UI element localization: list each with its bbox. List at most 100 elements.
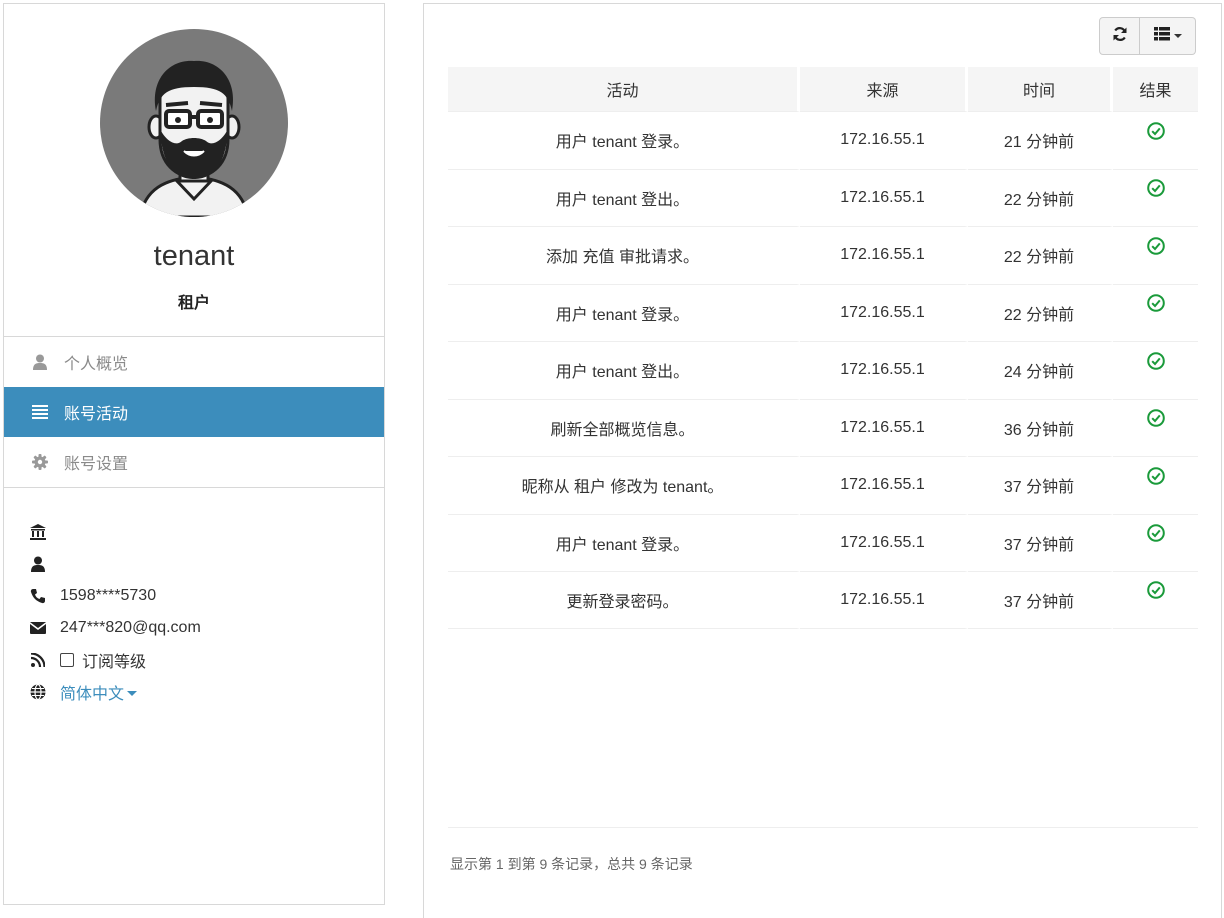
check-circle-icon — [1146, 466, 1165, 490]
avatar — [100, 29, 288, 217]
profile-nav: 个人概览 账号活动 账号设置 — [4, 337, 384, 488]
table-footer-divider — [448, 827, 1198, 828]
nav-item-account-settings[interactable]: 账号设置 — [4, 437, 384, 487]
nav-item-overview[interactable]: 个人概览 — [4, 337, 384, 387]
table-row: 刷新全部概览信息。 172.16.55.1 36 分钟前 — [448, 398, 1198, 457]
rss-icon — [28, 651, 48, 669]
column-header-result[interactable]: 结果 — [1113, 67, 1198, 111]
table-row: 用户 tenant 登录。 172.16.55.1 21 分钟前 — [448, 111, 1198, 169]
username: tenant — [153, 240, 235, 272]
result-cell — [1113, 456, 1198, 514]
activity-cell: 添加 充值 审批请求。 — [448, 226, 800, 284]
time-cell: 22 分钟前 — [968, 226, 1113, 284]
table-row: 用户 tenant 登出。 172.16.55.1 22 分钟前 — [448, 168, 1198, 227]
source-cell: 172.16.55.1 — [800, 226, 968, 284]
source-cell: 172.16.55.1 — [800, 283, 968, 341]
table-row: 用户 tenant 登录。 172.16.55.1 22 分钟前 — [448, 283, 1198, 342]
language-row: 简体中文 — [28, 676, 384, 708]
table-row: 更新登录密码。 172.16.55.1 37 分钟前 — [448, 571, 1198, 629]
check-circle-icon — [1146, 294, 1165, 317]
phone-value: 1598****5730 — [60, 587, 157, 604]
column-header-activity[interactable]: 活动 — [448, 67, 800, 111]
check-circle-icon — [1146, 524, 1165, 547]
time-cell: 22 分钟前 — [968, 283, 1113, 341]
source-cell: 172.16.55.1 — [800, 398, 968, 456]
activity-cell: 刷新全部概览信息。 — [448, 398, 800, 456]
check-circle-icon — [1146, 409, 1165, 432]
check-circle-icon — [1146, 121, 1165, 145]
activity-cell: 用户 tenant 登录。 — [448, 111, 800, 169]
source-cell: 172.16.55.1 — [800, 341, 968, 399]
activity-table-body: 用户 tenant 登录。 172.16.55.1 21 分钟前 用户 tenant … — [448, 111, 1198, 629]
activity-table: 活动 来源 时间 结果 用户 tenant 登录。 172.16.55.1 21 分… — [448, 67, 1198, 629]
user-icon — [30, 353, 50, 371]
result-cell — [1113, 571, 1198, 629]
caret-down-icon — [1173, 34, 1182, 38]
activity-panel: 活动 来源 时间 结果 用户 tenant 登录。 172.16.55.1 21 分… — [423, 3, 1222, 918]
globe-icon — [28, 683, 48, 701]
check-circle-icon — [1146, 351, 1165, 375]
pagination-info: 显示第 1 到第 9 条记录，总共 9 条记录 — [450, 856, 693, 872]
table-row: 用户 tenant 登录。 172.16.55.1 37 分钟前 — [448, 513, 1198, 572]
activity-cell: 用户 tenant 登出。 — [448, 168, 800, 226]
phone-icon — [28, 587, 48, 605]
source-cell: 172.16.55.1 — [800, 571, 968, 629]
subscribe-label: 订阅等级 — [82, 654, 147, 671]
column-header-source[interactable]: 来源 — [800, 67, 968, 111]
nav-item-account-activity[interactable]: 账号活动 — [4, 387, 384, 437]
institution-row — [28, 516, 384, 548]
source-cell: 172.16.55.1 — [800, 513, 968, 571]
profile-sidebar: tenant 租户 个人概览 账号活动 账号设置 1598****5730 24… — [3, 3, 385, 905]
language-dropdown[interactable]: 简体中文 — [60, 680, 138, 704]
table-row: 添加 充值 审批请求。 172.16.55.1 22 分钟前 — [448, 226, 1198, 284]
email-value: 247***820@qq.com — [60, 619, 201, 636]
nav-item-label: 账号设置 — [64, 456, 129, 473]
user-role: 租户 — [177, 295, 210, 312]
check-circle-icon — [1146, 581, 1165, 604]
activity-cell: 昵称从 租户 修改为 tenant。 — [448, 456, 800, 514]
table-row: 用户 tenant 登出。 172.16.55.1 24 分钟前 — [448, 341, 1198, 399]
gear-icon — [30, 453, 50, 471]
check-circle-icon — [1146, 236, 1165, 260]
time-cell: 36 分钟前 — [968, 398, 1113, 456]
time-cell: 21 分钟前 — [968, 111, 1113, 169]
person-row — [28, 548, 384, 580]
subscribe-checkbox[interactable] — [60, 653, 74, 667]
source-cell: 172.16.55.1 — [800, 111, 968, 169]
time-cell: 37 分钟前 — [968, 513, 1113, 571]
refresh-button[interactable] — [1099, 17, 1140, 55]
activity-cell: 用户 tenant 登录。 — [448, 513, 800, 571]
time-cell: 37 分钟前 — [968, 571, 1113, 629]
columns-icon — [1153, 26, 1170, 46]
result-cell — [1113, 513, 1198, 572]
table-row: 昵称从 租户 修改为 tenant。 172.16.55.1 37 分钟前 — [448, 456, 1198, 514]
nav-item-label: 个人概览 — [64, 356, 129, 373]
profile-card: tenant 租户 — [4, 4, 384, 337]
time-cell: 37 分钟前 — [968, 456, 1113, 514]
result-cell — [1113, 341, 1198, 399]
nav-item-label: 账号活动 — [64, 406, 129, 423]
time-cell: 22 分钟前 — [968, 168, 1113, 226]
list-icon — [30, 403, 50, 421]
result-cell — [1113, 283, 1198, 342]
columns-toggle-button[interactable] — [1140, 17, 1196, 55]
activity-cell: 更新登录密码。 — [448, 571, 800, 629]
source-cell: 172.16.55.1 — [800, 456, 968, 514]
email-row: 247***820@qq.com — [28, 612, 384, 644]
subscribe-row: 订阅等级 — [28, 644, 384, 676]
table-header-row: 活动 来源 时间 结果 — [448, 67, 1198, 111]
language-label: 简体中文 — [60, 686, 125, 703]
result-cell — [1113, 168, 1198, 227]
time-cell: 24 分钟前 — [968, 341, 1113, 399]
source-cell: 172.16.55.1 — [800, 168, 968, 226]
table-toolbar — [1099, 17, 1196, 55]
activity-cell: 用户 tenant 登出。 — [448, 341, 800, 399]
user-icon — [28, 555, 48, 573]
column-header-time[interactable]: 时间 — [968, 67, 1113, 111]
caret-down-icon — [127, 690, 138, 696]
bank-icon — [28, 523, 48, 541]
envelope-icon — [28, 619, 48, 637]
result-cell — [1113, 398, 1198, 457]
check-circle-icon — [1146, 179, 1165, 202]
activity-cell: 用户 tenant 登录。 — [448, 283, 800, 341]
